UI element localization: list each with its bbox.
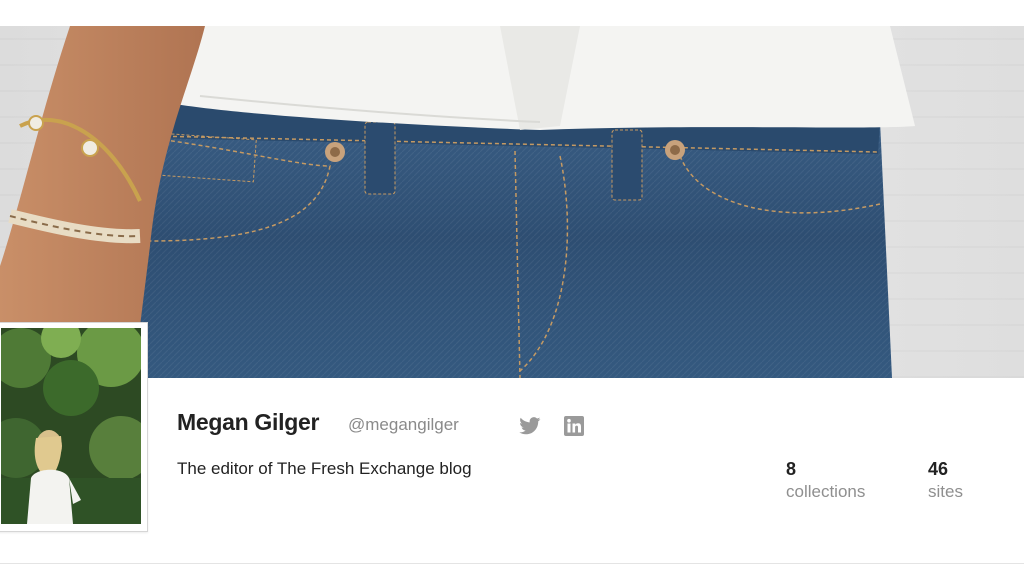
stat-collections[interactable]: 8 collections xyxy=(786,458,865,504)
stat-collections-label: collections xyxy=(786,482,866,501)
linkedin-icon[interactable] xyxy=(562,414,586,438)
profile-handle[interactable]: @megangilger xyxy=(348,415,459,435)
stat-collections-count: 8 xyxy=(786,459,797,479)
cover-illustration xyxy=(0,26,915,378)
stat-sites[interactable]: 46 sites xyxy=(928,458,963,504)
section-divider xyxy=(0,563,1024,564)
avatar-photo xyxy=(1,328,141,524)
twitter-icon[interactable] xyxy=(518,414,542,438)
profile-bio: The editor of The Fresh Exchange blog xyxy=(177,459,472,478)
stat-sites-count: 46 xyxy=(928,459,949,479)
stat-sites-label: sites xyxy=(928,482,963,501)
profile-page: Megan Gilger @megangilger The editor of … xyxy=(0,0,1024,576)
cover-photo xyxy=(0,26,1024,378)
avatar-illustration xyxy=(1,328,141,524)
profile-name: Megan Gilger xyxy=(177,409,320,435)
avatar[interactable] xyxy=(0,322,148,532)
